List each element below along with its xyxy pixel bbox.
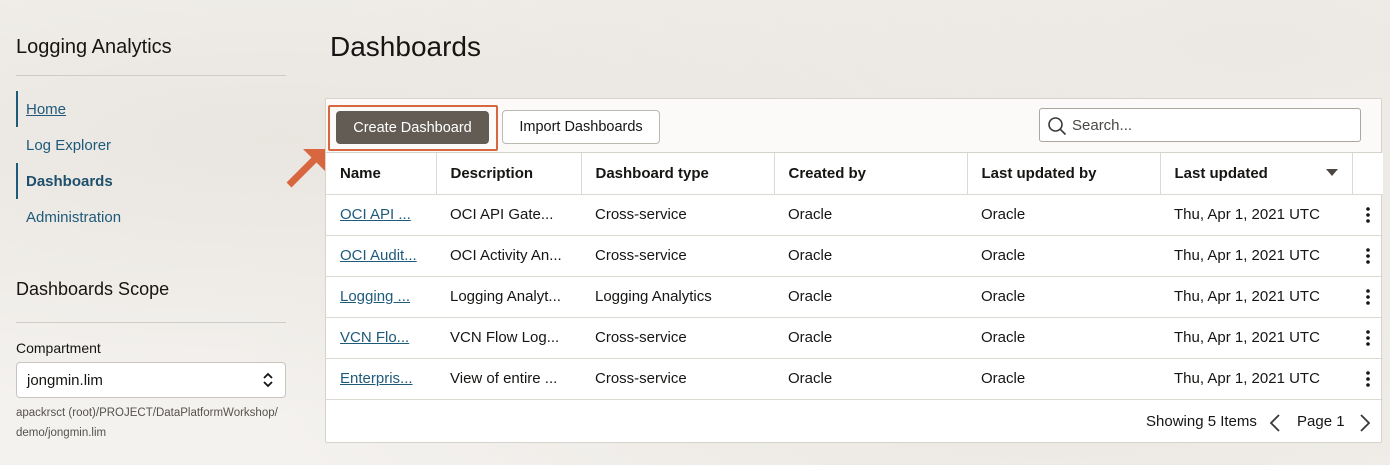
col-header-created-by[interactable]: Created by (774, 153, 968, 195)
cell-description: VCN Flow Log... (436, 317, 581, 359)
col-header-dashboard-type[interactable]: Dashboard type (581, 153, 775, 195)
toolbar: Create Dashboard Import Dashboards (326, 99, 1381, 153)
compartment-path-text: apackrsct (root)/PROJECT/DataPlatformWor… (16, 407, 278, 439)
cell-last-updated: Thu, Apr 1, 2021 UTC (1160, 194, 1352, 236)
dashboard-link[interactable]: OCI Audit... (340, 247, 417, 264)
sidebar-item-label: Administration (26, 208, 122, 226)
col-header-description[interactable]: Description (436, 153, 582, 195)
row-actions[interactable] (1352, 358, 1383, 400)
cell-last-updated-by: Oracle (967, 276, 1160, 318)
kebab-menu-icon[interactable] (1365, 248, 1370, 264)
table-row: Logging ... Logging Analyt... Logging An… (326, 276, 1383, 318)
cell-type: Cross-service (581, 358, 774, 400)
cell-last-updated: Thu, Apr 1, 2021 UTC (1160, 276, 1352, 318)
col-header-name[interactable]: Name (326, 153, 437, 195)
import-dashboards-button[interactable]: Import Dashboards (502, 110, 660, 144)
cell-last-updated-by: Oracle (967, 235, 1160, 277)
table-row: OCI API ... OCI API Gate... Cross-servic… (326, 194, 1383, 236)
nav-indicator (16, 163, 18, 199)
chevron-right-icon[interactable] (1359, 414, 1371, 432)
app-title: Logging Analytics (16, 36, 172, 58)
compartment-select[interactable]: jongmin.lim (16, 362, 286, 398)
divider (16, 322, 286, 323)
dashboards-table: Name Description Dashboard type Created … (326, 153, 1383, 400)
cell-description: View of entire ... (436, 358, 581, 400)
cell-last-updated: Thu, Apr 1, 2021 UTC (1160, 235, 1352, 277)
sidebar-item-administration[interactable]: Administration (16, 199, 286, 235)
table-row: OCI Audit... OCI Activity An... Cross-se… (326, 235, 1383, 277)
cell-description: Logging Analyt... (436, 276, 581, 318)
cell-last-updated: Thu, Apr 1, 2021 UTC (1160, 317, 1352, 359)
cell-type: Logging Analytics (581, 276, 774, 318)
table-row: VCN Flo... VCN Flow Log... Cross-service… (326, 317, 1383, 359)
cell-description: OCI API Gate... (436, 194, 581, 236)
row-actions[interactable] (1352, 276, 1383, 318)
chevron-updown-icon (263, 372, 273, 388)
table-header-row: Name Description Dashboard type Created … (326, 153, 1383, 195)
divider (16, 75, 286, 76)
sidebar-item-dashboards[interactable]: Dashboards (16, 163, 286, 199)
kebab-menu-icon[interactable] (1365, 207, 1370, 223)
col-header-label: Last updated (1174, 164, 1268, 182)
nav-indicator (16, 91, 18, 127)
sidebar-nav: Home Log Explorer Dashboards Administrat… (16, 91, 286, 235)
dashboards-panel: Create Dashboard Import Dashboards Name … (325, 98, 1383, 443)
cell-type: Cross-service (581, 317, 774, 359)
sidebar-item-log-explorer[interactable]: Log Explorer (16, 127, 286, 163)
kebab-menu-icon[interactable] (1365, 371, 1370, 387)
cell-name: OCI API ... (326, 194, 436, 236)
row-actions[interactable] (1352, 194, 1383, 236)
cell-last-updated-by: Oracle (967, 358, 1160, 400)
sidebar-item-label: Dashboards (26, 172, 113, 190)
compartment-value: jongmin.lim (27, 371, 103, 389)
search-box (1039, 108, 1361, 142)
cell-created-by: Oracle (774, 235, 967, 277)
create-dashboard-button[interactable]: Create Dashboard (336, 111, 489, 144)
dashboard-link[interactable]: Logging ... (340, 288, 410, 305)
scope-title: Dashboards Scope (16, 279, 170, 299)
items-count: Showing 5 Items (1146, 413, 1257, 430)
cell-name: OCI Audit... (326, 235, 436, 277)
page-title: Dashboards (330, 31, 481, 62)
sidebar-item-label: Log Explorer (26, 136, 112, 154)
sidebar-item-label: Home (26, 100, 67, 118)
cell-created-by: Oracle (774, 276, 967, 318)
row-actions[interactable] (1352, 317, 1383, 359)
cell-name: Enterpris... (326, 358, 436, 400)
sidebar-item-home[interactable]: Home (16, 91, 286, 127)
cell-created-by: Oracle (774, 194, 967, 236)
search-icon (1048, 117, 1067, 136)
pagination-footer: Showing 5 Items Page 1 (326, 401, 1381, 443)
cell-created-by: Oracle (774, 317, 967, 359)
cell-created-by: Oracle (774, 358, 967, 400)
cell-description: OCI Activity An... (436, 235, 581, 277)
col-header-last-updated[interactable]: Last updated (1160, 153, 1353, 195)
cell-name: VCN Flo... (326, 317, 436, 359)
page-number: Page 1 (1297, 413, 1345, 430)
cell-name: Logging ... (326, 276, 436, 318)
col-header-actions (1352, 153, 1383, 195)
sort-desc-icon[interactable] (1325, 168, 1338, 177)
row-actions[interactable] (1352, 235, 1383, 277)
dashboard-link[interactable]: Enterpris... (340, 370, 413, 387)
kebab-menu-icon[interactable] (1365, 330, 1370, 346)
cell-type: Cross-service (581, 235, 774, 277)
annotation-arrow-icon (286, 149, 325, 188)
compartment-label: Compartment (16, 340, 101, 356)
dashboard-link[interactable]: OCI API ... (340, 206, 411, 223)
dashboard-link[interactable]: VCN Flo... (340, 329, 409, 346)
search-input[interactable] (1072, 111, 1352, 139)
cell-last-updated: Thu, Apr 1, 2021 UTC (1160, 358, 1352, 400)
compartment-path: apackrsct (root)/PROJECT/DataPlatformWor… (16, 403, 291, 443)
cell-last-updated-by: Oracle (967, 317, 1160, 359)
cell-type: Cross-service (581, 194, 774, 236)
cell-last-updated-by: Oracle (967, 194, 1160, 236)
kebab-menu-icon[interactable] (1365, 289, 1370, 305)
col-header-last-updated-by[interactable]: Last updated by (967, 153, 1161, 195)
chevron-left-icon[interactable] (1269, 414, 1281, 432)
table-row: Enterpris... View of entire ... Cross-se… (326, 358, 1383, 400)
